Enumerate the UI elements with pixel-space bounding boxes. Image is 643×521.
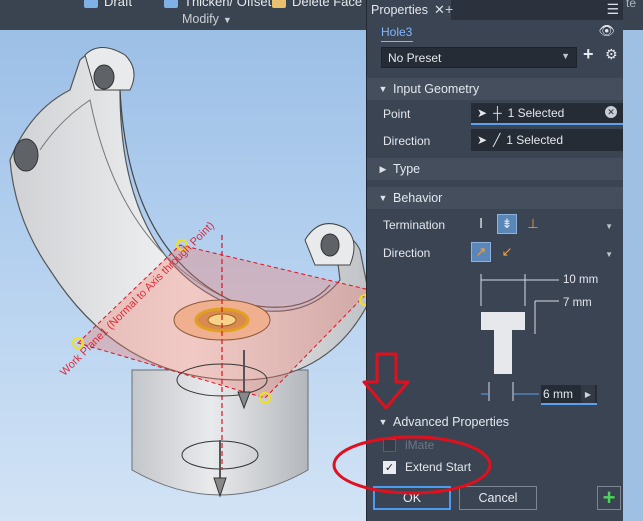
- apply-add-button[interactable]: +: [597, 485, 621, 510]
- modify-panel-dropdown[interactable]: Modify ▼: [182, 12, 232, 26]
- dim-top-label: 10 mm: [563, 274, 599, 286]
- ribbon-draft-button[interactable]: Draft: [84, 0, 132, 9]
- termination-label: Termination: [383, 218, 446, 232]
- chevron-down-icon[interactable]: ▼: [605, 222, 613, 231]
- collapse-triangle-icon: ▼: [378, 417, 388, 427]
- dim-flyout-arrow-icon[interactable]: ▶: [581, 385, 595, 403]
- feature-name-underline: [381, 41, 413, 42]
- ribbon-thicken-button[interactable]: Thicken/ Offset: [164, 0, 271, 9]
- cursor-arrow-icon: ➤: [477, 106, 488, 120]
- collapse-triangle-icon: ▼: [378, 84, 388, 94]
- preset-dropdown[interactable]: No Preset ▼: [381, 47, 577, 68]
- section-behavior[interactable]: ▼ Behavior: [367, 187, 623, 209]
- section-advanced-properties[interactable]: ▼ Advanced Properties: [367, 411, 623, 433]
- expand-triangle-icon: ▶: [379, 163, 387, 174]
- direction-line-icon: ╱: [493, 133, 501, 147]
- point-selector[interactable]: ➤ ┼ 1 Selected ✕: [471, 103, 623, 125]
- delete-face-icon: [272, 0, 286, 8]
- chevron-down-icon: ▼: [561, 51, 570, 61]
- graphics-viewport[interactable]: Work Plane1 (Normal to Axis through Poin…: [0, 30, 366, 521]
- section-type[interactable]: ▶ Type: [367, 158, 623, 180]
- feature-name[interactable]: Hole3: [381, 25, 412, 39]
- imate-label: iMate: [405, 438, 435, 452]
- clear-selection-icon[interactable]: ✕: [605, 106, 617, 118]
- add-preset-icon[interactable]: +: [583, 44, 594, 65]
- gear-icon[interactable]: ⚙: [605, 46, 618, 63]
- extend-start-checkbox[interactable]: ✓: [383, 461, 396, 474]
- extend-start-label: Extend Start: [405, 460, 472, 474]
- thicken-icon: [164, 0, 178, 8]
- menu-icon[interactable]: ☰: [606, 1, 619, 18]
- section-input-geometry[interactable]: ▼ Input Geometry: [367, 78, 623, 100]
- chevron-down-icon[interactable]: ▼: [605, 250, 613, 259]
- chevron-down-icon: ▼: [222, 15, 232, 25]
- direction-selector[interactable]: ➤ ╱ 1 Selected: [471, 129, 623, 151]
- point-crosshair-icon: ┼: [493, 106, 502, 120]
- ribbon-edge-text: te: [622, 0, 643, 30]
- eye-icon[interactable]: 👁: [598, 23, 615, 39]
- behavior-direction-label: Direction: [383, 246, 431, 260]
- panel-tab-bar: Properties ✕ + ☰: [367, 0, 623, 20]
- imate-checkbox[interactable]: [383, 439, 396, 452]
- termination-through-all-icon[interactable]: ⇟: [497, 214, 517, 234]
- point-label: Point: [383, 107, 411, 121]
- tab-properties[interactable]: Properties ✕: [367, 0, 451, 20]
- direction-label: Direction: [383, 134, 431, 148]
- draft-icon: [84, 0, 98, 8]
- ribbon-delete-face-button[interactable]: Delete Face: [272, 0, 362, 9]
- ok-button[interactable]: OK: [373, 486, 451, 510]
- cancel-button[interactable]: Cancel: [459, 486, 537, 510]
- dim-depth-label: 7 mm: [563, 297, 592, 309]
- collapse-triangle-icon: ▼: [378, 193, 388, 203]
- direction-flip-icon[interactable]: ↙: [497, 242, 517, 262]
- termination-to-icon[interactable]: ⊥: [523, 214, 543, 234]
- model-drawing: [9, 47, 366, 498]
- close-icon[interactable]: ✕: [434, 2, 445, 18]
- termination-distance-icon[interactable]: Ⅰ: [471, 214, 491, 234]
- add-tab-icon[interactable]: +: [445, 1, 453, 17]
- properties-panel: Properties ✕ + ☰ Hole3 👁 No Preset ▼ + ⚙…: [366, 0, 623, 521]
- direction-default-icon[interactable]: ↗: [471, 242, 491, 262]
- cursor-arrow-icon: ➤: [477, 133, 488, 147]
